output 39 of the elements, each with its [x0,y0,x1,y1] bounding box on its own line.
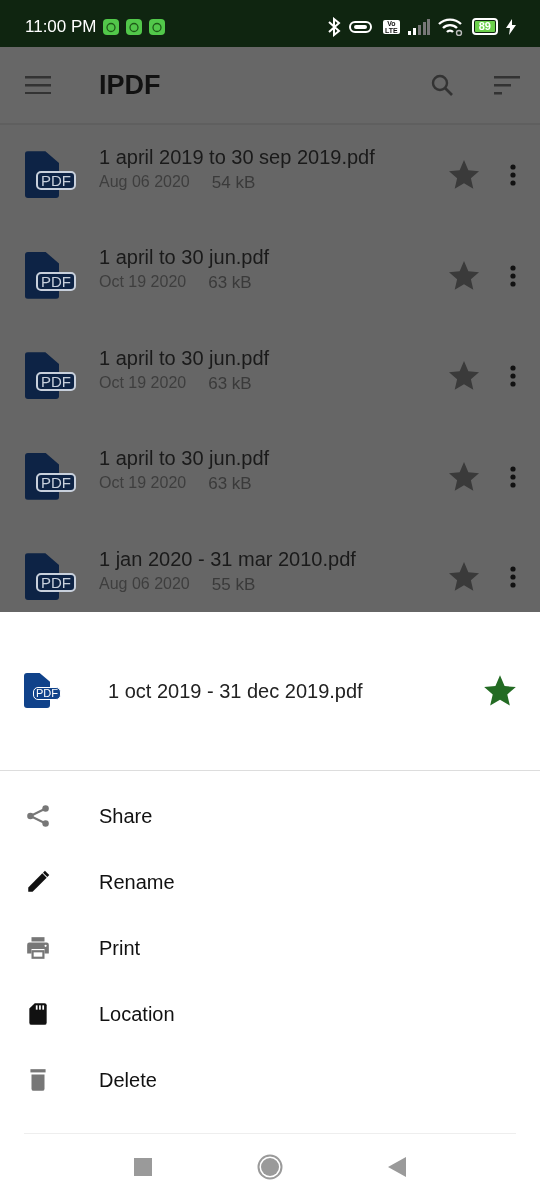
more-icon[interactable] [510,365,516,388]
file-name: 1 april 2019 to 30 sep 2019.pdf [99,145,376,169]
file-name: 1 april to 30 jun.pdf [99,447,271,471]
more-icon[interactable] [510,264,516,287]
menu-icon[interactable] [25,76,51,94]
file-name: 1 april to 30 jun.pdf [99,346,271,370]
share-icon [25,803,51,829]
menu-item-label: Print [99,936,141,960]
more-icon[interactable] [510,465,516,488]
app-title: IPDF [99,69,162,101]
bluetooth-icon [327,16,342,37]
app-notification-icon [148,18,165,35]
menu-item[interactable]: Share [0,783,540,849]
menu-item[interactable]: Print [0,915,540,981]
file-name: 1 jan 2020 - 31 mar 2010.pdf [99,547,357,571]
pencil-icon [25,869,51,895]
menu-item[interactable]: Location [0,981,540,1047]
app-notification-icon [102,18,119,35]
menu-item-label: Share [99,804,153,828]
menu-item[interactable]: Delete [0,1047,540,1113]
more-icon[interactable] [510,566,516,589]
signal-icon [407,18,430,35]
home-icon[interactable] [257,1154,283,1180]
more-icon[interactable] [510,164,516,187]
sort-icon[interactable] [494,75,520,95]
battery-indicator: 89 [471,18,498,35]
file-name: 1 oct 2019 - 31 dec 2019.pdf [108,679,364,703]
status-time: 11:00 PM [25,16,97,37]
menu-item-label: Rename [99,870,175,894]
wifi-icon [437,17,464,36]
menu-item[interactable]: Rename [0,849,540,915]
menu-item-label: Delete [99,1068,157,1092]
printer-icon [25,935,51,961]
app-notification-icon [125,18,142,35]
charging-icon [506,18,516,35]
back-icon[interactable] [388,1157,406,1177]
menu-item-label: Location [99,1002,175,1026]
file-name: 1 april to 30 jun.pdf [99,246,271,270]
search-icon[interactable] [430,73,454,97]
